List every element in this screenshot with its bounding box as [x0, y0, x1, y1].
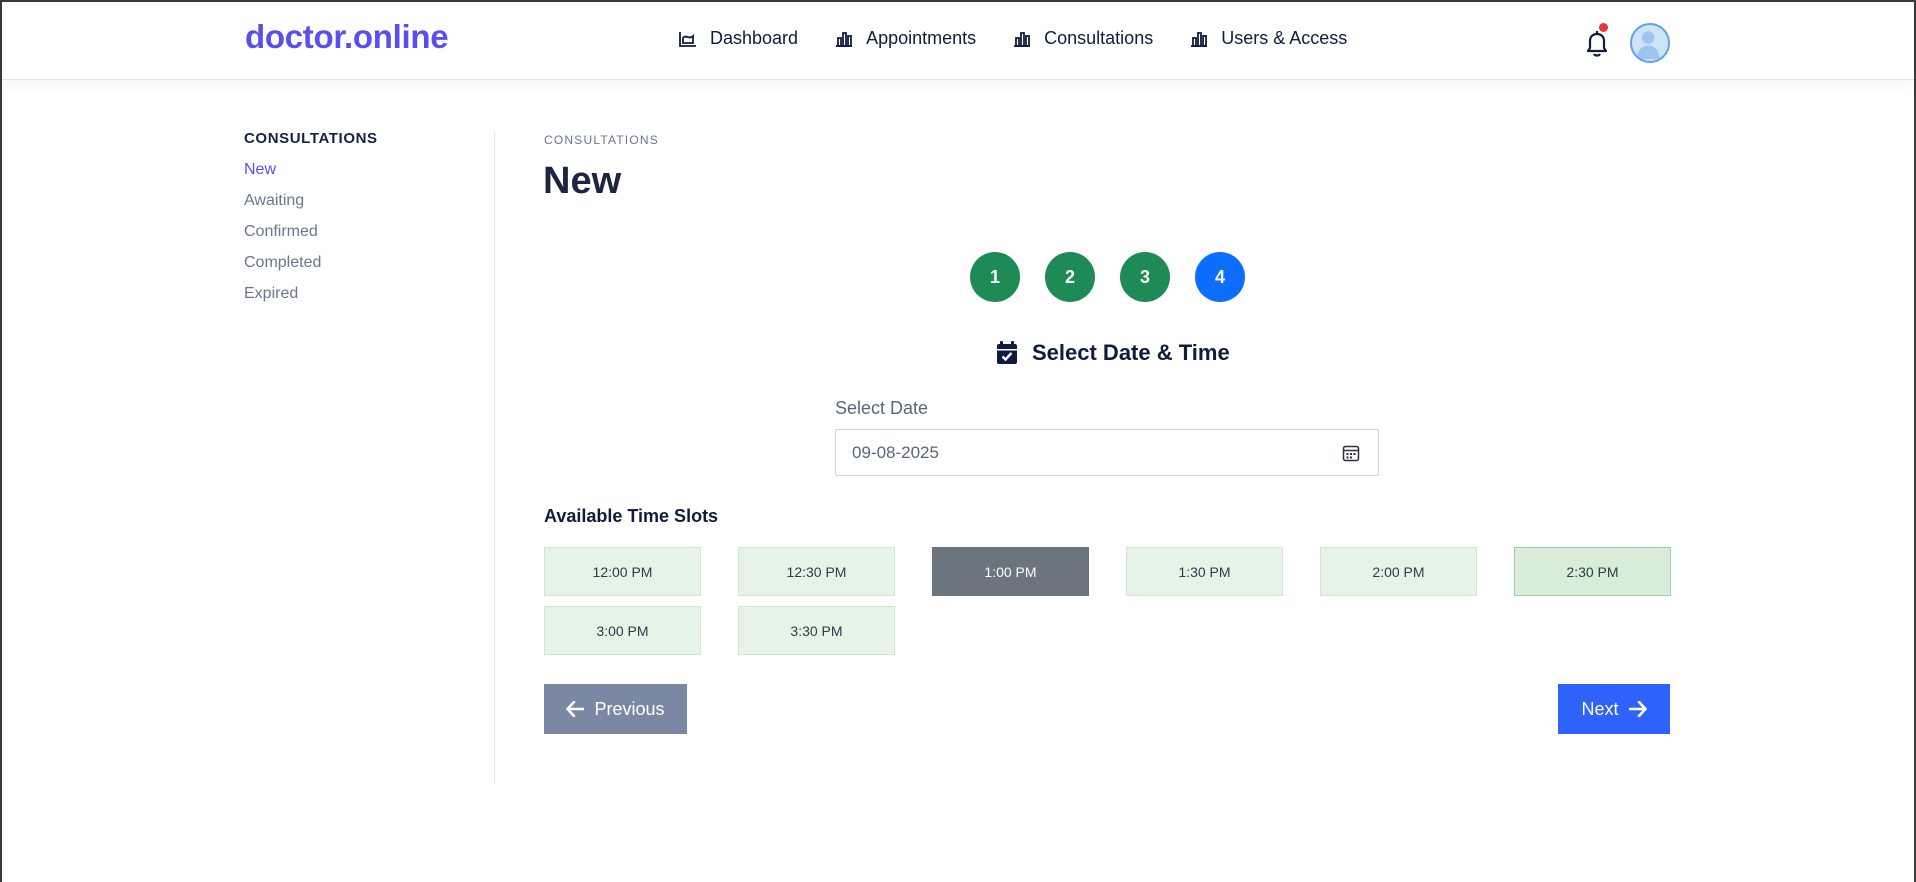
bar-chart-icon	[836, 31, 853, 47]
sidebar-item-completed[interactable]: Completed	[244, 252, 494, 283]
section-heading: Select Date & Time	[996, 340, 1230, 366]
notification-dot	[1599, 23, 1608, 32]
sidebar-divider	[494, 131, 495, 783]
slots-title: Available Time Slots	[544, 506, 719, 526]
previous-button[interactable]: Previous	[544, 684, 687, 734]
arrow-left-icon	[566, 701, 585, 717]
time-slot-selected[interactable]: 1:00 PM	[932, 547, 1089, 596]
step-1[interactable]: 1	[970, 252, 1020, 302]
sidebar-item-expired[interactable]: Expired	[244, 283, 494, 314]
time-slot[interactable]: 2:30 PM	[1514, 547, 1671, 596]
nav-dashboard-label: Dashboard	[710, 28, 799, 48]
calendar-check-icon	[997, 341, 1017, 364]
sidebar-title: CONSULTATIONS	[244, 130, 378, 147]
calendar-icon[interactable]	[1342, 444, 1360, 462]
nav-consultations[interactable]: Consultations	[1012, 28, 1153, 49]
top-navbar: doctor.online Dashboard Appointments Con…	[2, 2, 1914, 80]
step-3[interactable]: 3	[1120, 252, 1170, 302]
bell-icon[interactable]	[1584, 28, 1610, 58]
previous-label: Previous	[594, 698, 665, 719]
breadcrumb: CONSULTATIONS	[544, 133, 659, 147]
sidebar-item-awaiting[interactable]: Awaiting	[244, 190, 494, 221]
date-value: 09-08-2025	[852, 442, 939, 462]
section-heading-text: Select Date & Time	[1032, 340, 1230, 365]
bar-chart-icon	[1014, 31, 1031, 47]
step-2[interactable]: 2	[1045, 252, 1095, 302]
time-slot[interactable]: 3:00 PM	[544, 606, 701, 655]
time-slots-grid: 12:00 PM 12:30 PM 1:00 PM 1:30 PM 2:00 P…	[544, 547, 1671, 655]
time-slot[interactable]: 12:30 PM	[738, 547, 895, 596]
date-label: Select Date	[835, 398, 929, 418]
user-avatar-icon	[1636, 31, 1660, 60]
nav-dashboard[interactable]: Dashboard	[678, 28, 798, 49]
step-4[interactable]: 4	[1195, 252, 1245, 302]
sidebar: CONSULTATIONS New Awaiting Confirmed Com…	[244, 130, 494, 314]
stepper: 1 2 3 4	[970, 252, 1245, 302]
nav-appointments-label: Appointments	[866, 28, 977, 48]
nav-users-access[interactable]: Users & Access	[1189, 28, 1347, 49]
sidebar-item-confirmed[interactable]: Confirmed	[244, 221, 494, 252]
chart-area-icon	[679, 31, 696, 47]
time-slot[interactable]: 3:30 PM	[738, 606, 895, 655]
nav-consultations-label: Consultations	[1044, 28, 1154, 48]
page-title: New	[543, 160, 622, 202]
arrow-right-icon	[1628, 701, 1647, 717]
sidebar-item-new[interactable]: New	[244, 159, 494, 190]
brand-logo[interactable]: doctor.online	[245, 18, 449, 56]
time-slot[interactable]: 2:00 PM	[1320, 547, 1477, 596]
bar-chart-icon	[1191, 31, 1208, 47]
next-label: Next	[1581, 698, 1619, 719]
nav-appointments[interactable]: Appointments	[834, 28, 976, 49]
nav-users-access-label: Users & Access	[1221, 28, 1348, 48]
date-field[interactable]: 09-08-2025	[835, 429, 1379, 476]
next-button[interactable]: Next	[1558, 684, 1670, 734]
time-slot[interactable]: 1:30 PM	[1126, 547, 1283, 596]
main-nav: Dashboard Appointments Consultations Use…	[678, 28, 1347, 49]
time-slot[interactable]: 12:00 PM	[544, 547, 701, 596]
user-avatar[interactable]	[1630, 23, 1670, 63]
